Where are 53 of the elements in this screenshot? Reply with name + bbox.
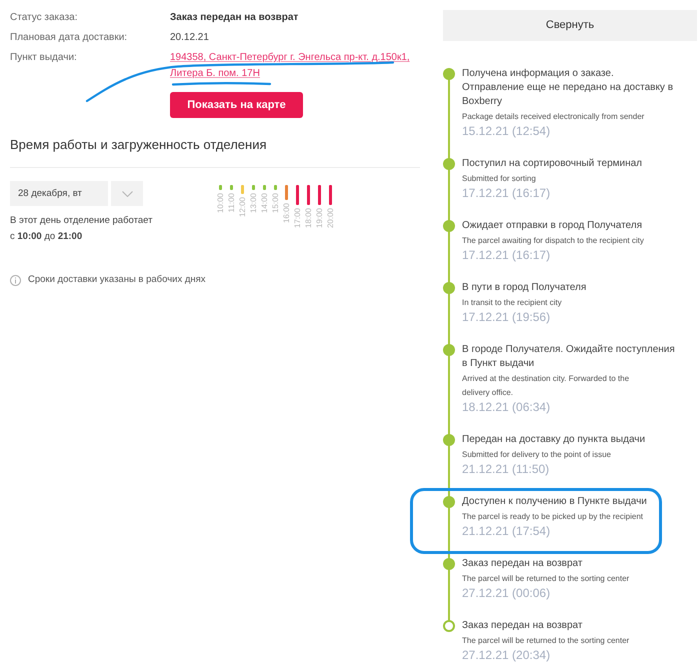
- chevron-down-icon: [122, 190, 132, 196]
- event-date: 27.12.21 (00:06): [462, 586, 552, 601]
- status-value: Заказ передан на возврат: [170, 11, 298, 25]
- event-title: Ожидает отправки в город Получателя: [462, 219, 644, 233]
- hour-label: 14:00: [260, 193, 270, 214]
- event-subtitle: Submitted for sorting: [462, 173, 537, 185]
- info-icon: [10, 274, 21, 286]
- date-value: 20.12.21: [170, 31, 209, 45]
- schedule-text: В этот день отделение работает с 10:00 до 21:00: [10, 214, 154, 244]
- event-title: В пути в город Получателя: [462, 281, 588, 295]
- section-heading: Время работы и загруженность отделения: [10, 136, 268, 154]
- event-subtitle: The parcel will be returned to the sorting center: [462, 635, 630, 647]
- event-title: Заказ передан на возврат: [462, 557, 584, 571]
- event-subtitle: Submitted for delivery to the point of issue: [462, 449, 612, 461]
- event-title: Заказ передан на возврат: [462, 619, 584, 633]
- dropdown-button[interactable]: [111, 181, 143, 206]
- hour-label: 15:00: [270, 193, 280, 214]
- event-title: Получена информация о заказе. Отправление еще не передано на доставку в Boxberry: [462, 67, 674, 109]
- event-title: Поступил на сортировочный терминал: [462, 157, 644, 171]
- hour-label: 16:00: [282, 203, 292, 224]
- field-label: Статус заказа:: [10, 11, 79, 25]
- event-subtitle: The parcel will be returned to the sorting center: [462, 573, 630, 585]
- note-text: Сроки доставки указаны в рабочих днях: [28, 273, 206, 287]
- collapse-button[interactable]: Свернуть: [443, 10, 697, 41]
- show-on-map-button[interactable]: Показать на карте: [170, 92, 303, 118]
- event-subtitle: The parcel is ready to be picked up by the recipient: [462, 511, 644, 523]
- event-date: 17.12.21 (19:56): [462, 310, 552, 325]
- field-label: Пункт выдачи:: [10, 51, 78, 65]
- event-subtitle: In transit to the recipient city: [462, 297, 563, 309]
- hour-label: 13:00: [248, 193, 258, 214]
- event-date: 17.12.21 (16:17): [462, 248, 552, 263]
- hour-label: 10:00: [216, 193, 226, 214]
- event-title: Передан на доставку до пункта выдачи: [462, 433, 646, 447]
- day-select[interactable]: 28 декабря, вт: [10, 181, 108, 206]
- hour-label: 12:00: [238, 197, 248, 218]
- event-title: Доступен к получению в Пункте выдачи: [462, 495, 648, 509]
- hour-label: 19:00: [314, 208, 324, 228]
- event-subtitle: The parcel awaiting for dispatch to the recipient city: [462, 235, 645, 247]
- event-date: 27.12.21 (20:34): [462, 648, 552, 663]
- hour-label: 18:00: [304, 208, 314, 228]
- field-label: Плановая дата доставки:: [10, 31, 128, 45]
- hour-label: 17:00: [292, 208, 302, 228]
- event-title: В городе Получателя. Ожидайте поступления в Пункт выдачи: [462, 343, 676, 371]
- hour-label: 20:00: [326, 208, 336, 228]
- event-date: 15.12.21 (12:54): [462, 124, 552, 139]
- address-link[interactable]: 194358, Санкт-Петербург г. Энгельса пр-кт. д.150к1, Литера Б. пом. 17Н: [170, 48, 418, 82]
- event-date: 21.12.21 (11:50): [462, 462, 550, 477]
- event-date: 17.12.21 (16:17): [462, 186, 552, 201]
- event-subtitle: Arrived at the destination city. Forwarded to the delivery office.: [462, 373, 630, 399]
- event-date: 21.12.21 (17:54): [462, 524, 552, 539]
- event-date: 18.12.21 (06:34): [462, 400, 552, 415]
- hour-label: 11:00: [226, 193, 236, 212]
- event-subtitle: Package details received electronically from sender: [462, 111, 646, 123]
